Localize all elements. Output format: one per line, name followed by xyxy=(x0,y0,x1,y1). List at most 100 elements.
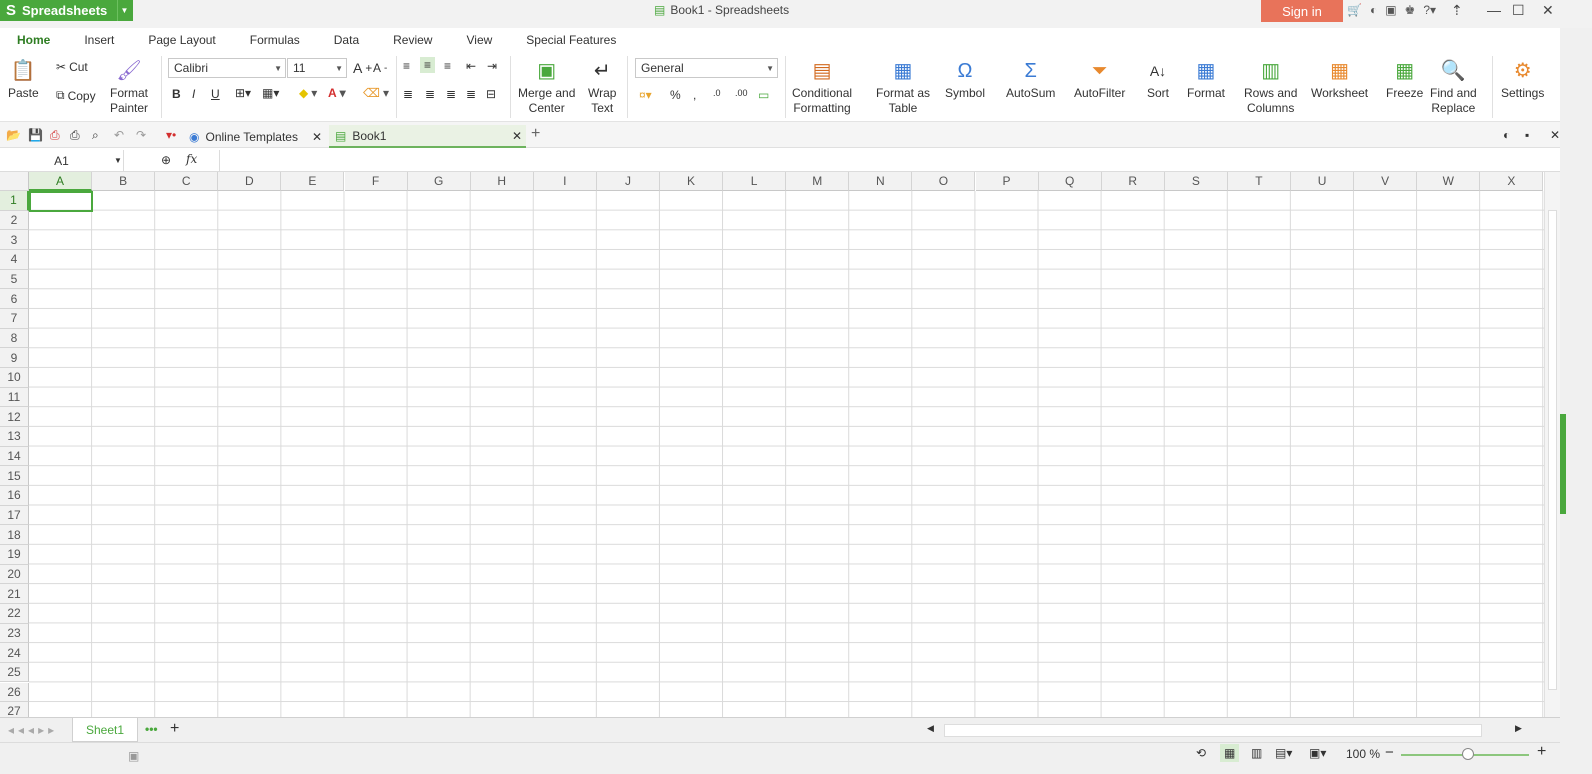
sign-in-button[interactable]: Sign in xyxy=(1261,0,1343,22)
worksheet-button[interactable]: ▦ Worksheet xyxy=(1311,58,1368,101)
row-header[interactable]: 3 xyxy=(0,230,29,250)
justify-icon[interactable]: ≣ xyxy=(466,87,476,101)
row-header[interactable]: 7 xyxy=(0,308,29,329)
italic-button[interactable]: I xyxy=(192,87,195,101)
name-box[interactable]: A1 ▼ xyxy=(0,150,124,171)
shrink-font-button[interactable]: A- xyxy=(373,61,387,75)
align-right-icon[interactable]: ≣ xyxy=(446,87,456,101)
number-format-select[interactable]: General ▼ xyxy=(635,58,778,78)
row-header[interactable]: 22 xyxy=(0,603,29,624)
page-break-view-icon[interactable]: ▥ xyxy=(1251,746,1262,760)
tab-review[interactable]: Review xyxy=(376,28,449,52)
row-header[interactable]: 10 xyxy=(0,367,29,388)
normal-view-icon[interactable]: ▦ xyxy=(1220,744,1240,762)
autofilter-button[interactable]: ⏷ AutoFilter xyxy=(1074,58,1125,101)
align-center-icon[interactable]: ≣ xyxy=(425,87,435,101)
row-header[interactable]: 18 xyxy=(0,525,29,545)
select-all-corner[interactable] xyxy=(0,172,29,191)
row-header[interactable]: 25 xyxy=(0,662,29,683)
chevron-down-icon[interactable]: ▼ xyxy=(117,0,131,21)
row-header[interactable]: 20 xyxy=(0,564,29,585)
decrease-decimal-icon[interactable]: .00 xyxy=(735,88,748,98)
scroll-right-icon[interactable]: ▶ xyxy=(1515,723,1522,734)
column-header[interactable]: M xyxy=(786,172,850,191)
column-header[interactable]: P xyxy=(975,172,1039,191)
reading-view-icon[interactable]: ▣▾ xyxy=(1309,746,1326,760)
cut-button[interactable]: ✂ Cut xyxy=(56,60,88,74)
row-header[interactable]: 24 xyxy=(0,643,29,663)
currency-icon[interactable]: ¤▾ xyxy=(639,88,652,102)
minimize-icon[interactable]: — xyxy=(1487,2,1501,18)
selected-cell-a1[interactable] xyxy=(29,191,93,212)
column-header[interactable]: I xyxy=(533,172,597,191)
row-header[interactable]: 26 xyxy=(0,682,29,703)
row-header[interactable]: 17 xyxy=(0,505,29,526)
align-bottom-icon[interactable]: ≡ xyxy=(444,59,451,73)
pdf-icon[interactable]: ⎙ xyxy=(50,128,60,143)
row-header[interactable]: 12 xyxy=(0,407,29,427)
underline-button[interactable]: U xyxy=(211,87,220,101)
decrease-indent-icon[interactable]: ⇤ xyxy=(466,59,476,73)
help-icon[interactable]: ?▾ xyxy=(1423,3,1436,17)
maximize-icon[interactable]: ☐ xyxy=(1512,2,1525,19)
minimize-doc-icon[interactable]: ▪ xyxy=(1525,128,1529,142)
row-header[interactable]: 9 xyxy=(0,348,29,368)
zoom-slider-handle[interactable] xyxy=(1462,748,1474,760)
more-sheets-icon[interactable]: ••• xyxy=(145,722,158,736)
increase-decimal-icon[interactable]: .0 xyxy=(713,88,721,98)
print-icon[interactable]: ⎙ xyxy=(70,128,80,143)
close-doc-icon[interactable]: ✕ xyxy=(1550,128,1560,142)
vertical-scroll-thumb[interactable] xyxy=(1548,210,1557,690)
tab-page-layout[interactable]: Page Layout xyxy=(131,28,232,52)
font-icon[interactable]: ▣ xyxy=(1385,3,1396,17)
row-header[interactable]: 21 xyxy=(0,584,29,604)
settings-button[interactable]: ⚙ Settings xyxy=(1501,58,1544,101)
column-header[interactable]: W xyxy=(1417,172,1481,191)
font-name-select[interactable]: Calibri ▼ xyxy=(168,58,286,78)
fx-icon[interactable]: fx xyxy=(186,152,197,166)
copy-button[interactable]: ⧉ Copy xyxy=(56,88,96,103)
zoom-level[interactable]: 100 % xyxy=(1346,747,1380,761)
tab-online-templates[interactable]: ◉ Online Templates ✕ xyxy=(183,125,326,148)
font-size-select[interactable]: 11 ▼ xyxy=(287,58,347,78)
bold-button[interactable]: B xyxy=(172,87,181,101)
customize-icon[interactable]: ▾• xyxy=(166,128,176,142)
distributed-icon[interactable]: ⊟ xyxy=(486,87,496,101)
tab-view[interactable]: View xyxy=(449,28,509,52)
column-header[interactable]: X xyxy=(1480,172,1544,191)
skin-icon[interactable]: ◐ xyxy=(1503,128,1510,142)
rows-columns-button[interactable]: ▥ Rows and Columns xyxy=(1244,58,1297,116)
column-header[interactable]: D xyxy=(218,172,282,191)
vertical-scrollbar[interactable] xyxy=(1544,172,1560,717)
cart-icon[interactable]: 🛒 xyxy=(1347,3,1362,17)
row-header[interactable]: 11 xyxy=(0,387,29,408)
tab-formulas[interactable]: Formulas xyxy=(233,28,317,52)
shirt-icon[interactable]: ♚ xyxy=(1405,3,1416,17)
convert-icon[interactable]: ▭ xyxy=(758,88,769,102)
merge-center-button[interactable]: ▣ Merge and Center xyxy=(518,58,575,116)
row-header[interactable]: 19 xyxy=(0,544,29,565)
column-header[interactable]: F xyxy=(344,172,408,191)
format-button[interactable]: ▦ Format xyxy=(1187,58,1225,101)
close-icon[interactable]: ✕ xyxy=(1542,2,1554,19)
column-header[interactable]: G xyxy=(407,172,471,191)
increase-indent-icon[interactable]: ⇥ xyxy=(487,59,497,73)
cells-area[interactable] xyxy=(29,191,1544,717)
page-layout-view-icon[interactable]: ▤▾ xyxy=(1275,746,1292,760)
symbol-button[interactable]: Ω Symbol xyxy=(945,58,985,101)
save-icon[interactable]: 💾 xyxy=(28,128,43,142)
skin-icon[interactable]: ◐ xyxy=(1370,3,1377,17)
zoom-formula-icon[interactable]: ⊕ xyxy=(161,153,171,167)
sort-button[interactable]: A↓ Sort xyxy=(1145,58,1171,101)
column-header[interactable]: J xyxy=(596,172,660,191)
comma-icon[interactable]: , xyxy=(693,88,696,102)
add-sheet-icon[interactable]: + xyxy=(170,720,179,738)
column-header[interactable]: R xyxy=(1101,172,1165,191)
row-header[interactable]: 14 xyxy=(0,446,29,467)
sheet-tab-sheet1[interactable]: Sheet1 xyxy=(72,718,138,742)
column-header[interactable]: A xyxy=(29,172,93,191)
wrap-text-button[interactable]: ↵ Wrap Text xyxy=(588,58,616,116)
new-tab-icon[interactable]: + xyxy=(531,125,540,143)
row-header[interactable]: 4 xyxy=(0,249,29,270)
close-icon[interactable]: ✕ xyxy=(512,129,522,143)
